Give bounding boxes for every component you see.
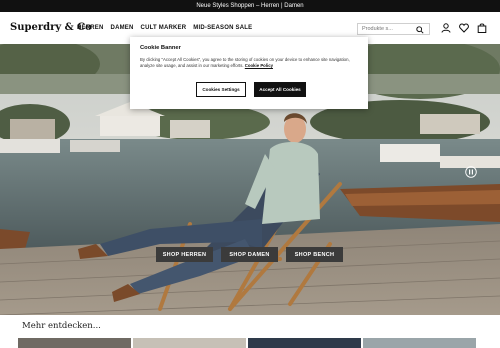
shop-damen-button[interactable]: SHOP DAMEN bbox=[221, 247, 278, 262]
accept-all-cookies-button[interactable]: Accept All Cookies bbox=[254, 82, 306, 97]
shop-bench-button[interactable]: SHOP BENCH bbox=[286, 247, 343, 262]
bag-icon[interactable] bbox=[477, 23, 487, 33]
cookie-policy-link[interactable]: Cookie Policy bbox=[245, 63, 273, 68]
shop-herren-button[interactable]: SHOP HERREN bbox=[156, 247, 213, 262]
header-icons bbox=[441, 23, 487, 33]
main-nav: HERREN DAMEN CULT MARKER MID-SEASON SALE bbox=[77, 25, 252, 31]
thumbnail-card[interactable] bbox=[248, 338, 361, 348]
nav-item-herren[interactable]: HERREN bbox=[77, 25, 104, 31]
search-box[interactable] bbox=[357, 23, 430, 35]
nav-item-damen[interactable]: DAMEN bbox=[111, 25, 134, 31]
hero-buttons: SHOP HERREN SHOP DAMEN SHOP BENCH bbox=[156, 247, 343, 262]
thumbnail-card[interactable] bbox=[363, 338, 476, 348]
cookie-banner: Cookie Banner By clicking "Accept All Co… bbox=[130, 37, 368, 109]
cookies-settings-button[interactable]: Cookies Settings bbox=[196, 82, 246, 97]
cookie-banner-text: By clicking "Accept All Cookies", you ag… bbox=[140, 57, 358, 68]
cookie-buttons: Cookies Settings Accept All Cookies bbox=[196, 82, 306, 97]
pause-icon[interactable] bbox=[465, 166, 477, 178]
nav-item-cult-marker[interactable]: CULT MARKER bbox=[141, 25, 187, 31]
thumbnail-row bbox=[18, 338, 476, 348]
discover-more-section: Mehr entdecken... bbox=[0, 315, 500, 348]
wishlist-icon[interactable] bbox=[459, 23, 469, 33]
promo-bar[interactable]: Neue Styles Shoppen – Herren | Damen bbox=[0, 0, 500, 12]
search-input[interactable] bbox=[362, 26, 417, 32]
nav-item-mid-season-sale[interactable]: MID-SEASON SALE bbox=[193, 25, 252, 31]
cookie-banner-title: Cookie Banner bbox=[140, 45, 181, 51]
account-icon[interactable] bbox=[441, 23, 451, 33]
thumbnail-card[interactable] bbox=[18, 338, 131, 348]
thumbnail-card[interactable] bbox=[133, 338, 246, 348]
search-icon[interactable] bbox=[416, 26, 424, 34]
section-title: Mehr entdecken... bbox=[22, 321, 101, 331]
promo-text[interactable]: Neue Styles Shoppen – Herren | Damen bbox=[196, 3, 303, 9]
